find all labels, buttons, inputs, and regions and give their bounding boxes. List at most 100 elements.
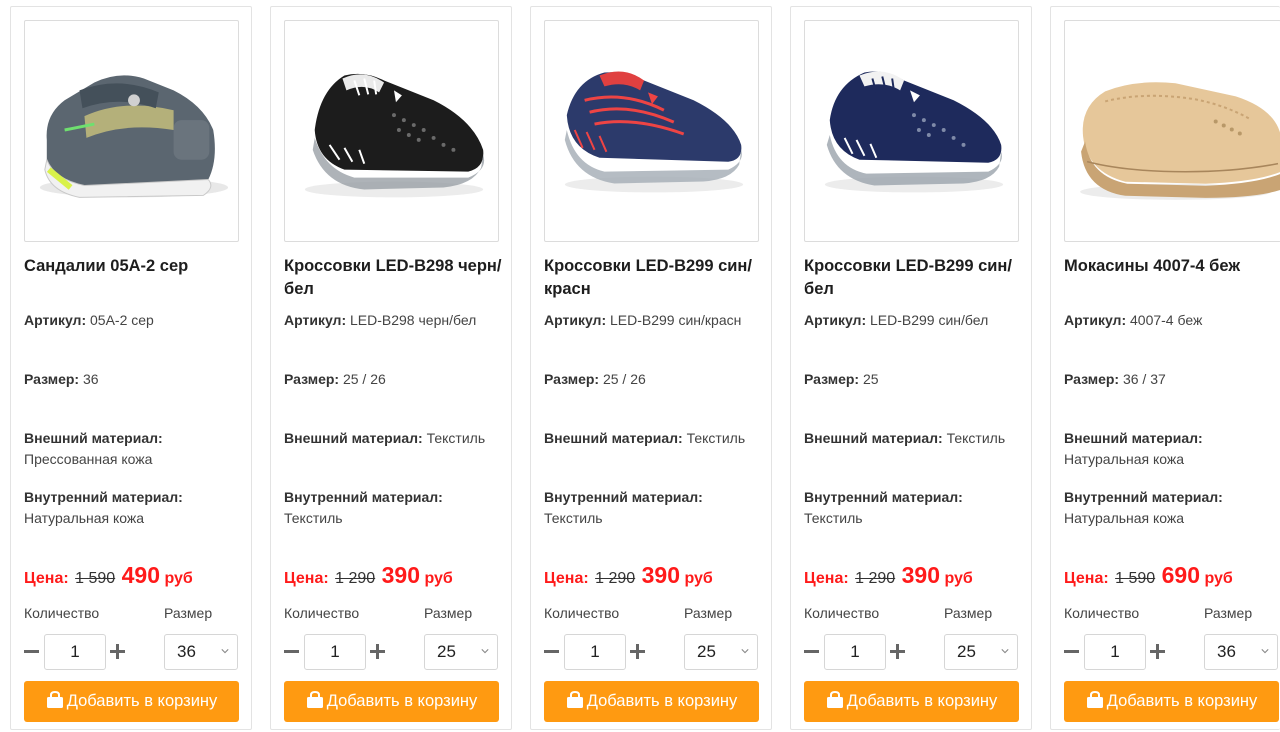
quantity-input[interactable] — [564, 634, 626, 670]
shopping-bag-icon — [566, 691, 583, 708]
plus-icon[interactable] — [629, 635, 647, 669]
chevron-down-icon — [481, 649, 489, 654]
article-label: Артикул: — [1064, 312, 1127, 328]
chevron-down-icon — [1261, 649, 1269, 654]
product-title[interactable]: Кроссовки LED-B298 черн/бел — [284, 255, 509, 301]
product-image[interactable] — [804, 20, 1019, 242]
product-title[interactable]: Мокасины 4007-4 беж — [1064, 255, 1280, 278]
sneaker-image — [304, 73, 485, 198]
article-value: LED-B299 син/красн — [610, 312, 742, 328]
size-label: Размер: — [804, 371, 860, 387]
new-price: 390 — [901, 562, 940, 588]
plus-icon[interactable] — [1149, 635, 1167, 669]
minus-icon[interactable] — [23, 635, 41, 669]
article-row: Артикул: 05A-2 сер — [24, 310, 254, 331]
outer-material-row: Внешний материал: Натуральная кожа — [1064, 428, 1280, 470]
sandal-image — [39, 75, 229, 198]
size-select-label: Размер — [424, 605, 473, 621]
outer-material-label: Внешний материал: — [804, 430, 943, 446]
size-label: Размер: — [544, 371, 600, 387]
size-value: 25 — [862, 371, 879, 387]
plus-icon[interactable] — [109, 635, 127, 669]
add-to-cart-button[interactable]: Добавить в корзину — [24, 681, 239, 722]
selected-size: 36 — [177, 642, 196, 661]
add-to-cart-button[interactable]: Добавить в корзину — [544, 681, 759, 722]
size-select-label: Размер — [684, 605, 733, 621]
old-price: 1 290 — [335, 570, 376, 587]
quantity-input[interactable] — [44, 634, 106, 670]
add-to-cart-button[interactable]: Добавить в корзину — [1064, 681, 1279, 722]
plus-icon[interactable] — [889, 635, 907, 669]
size-row: Размер: 25 / 26 — [544, 369, 774, 390]
chevron-down-icon — [741, 649, 749, 654]
outer-material-label: Внешний материал: — [544, 430, 683, 446]
new-price: 690 — [1161, 562, 1200, 588]
inner-material-label: Внутренний материал: — [1064, 489, 1223, 505]
size-select[interactable]: 25 — [944, 634, 1018, 670]
add-to-cart-button[interactable]: Добавить в корзину — [804, 681, 1019, 722]
minus-icon[interactable] — [283, 635, 301, 669]
chevron-down-icon — [1001, 649, 1009, 654]
size-row: Размер: 25 / 26 — [284, 369, 514, 390]
product-image[interactable] — [24, 20, 239, 242]
outer-material-label: Внешний материал: — [1064, 430, 1203, 446]
size-value: 36 — [82, 371, 99, 387]
article-value: LED-B299 син/бел — [870, 312, 989, 328]
outer-material-row: Внешний материал: Прессованная кожа — [24, 428, 254, 470]
price-label: Цена: — [544, 570, 589, 587]
size-select-label: Размер — [1204, 605, 1253, 621]
minus-icon[interactable] — [803, 635, 821, 669]
size-select[interactable]: 36 — [164, 634, 238, 670]
article-row: Артикул: LED-B298 черн/бел — [284, 310, 514, 331]
inner-material-value: Натуральная кожа — [24, 510, 145, 526]
product-title[interactable]: Сандалии 05A-2 сер — [24, 255, 249, 278]
outer-material-row: Внешний материал: Текстиль — [284, 428, 514, 449]
quantity-input[interactable] — [1084, 634, 1146, 670]
product-image[interactable] — [544, 20, 759, 242]
shopping-bag-icon — [46, 691, 63, 708]
product-image[interactable] — [284, 20, 499, 242]
size-value: 25 / 26 — [342, 371, 386, 387]
quantity-label: Количество — [1064, 605, 1140, 621]
quantity-input[interactable] — [304, 634, 366, 670]
shopping-bag-icon — [306, 691, 323, 708]
currency: руб — [684, 570, 713, 587]
inner-material-label: Внутренний материал: — [284, 489, 443, 505]
plus-icon[interactable] — [369, 635, 387, 669]
size-select[interactable]: 36 — [1204, 634, 1278, 670]
outer-material-row: Внешний материал: Текстиль — [804, 428, 1034, 449]
inner-material-label: Внутренний материал: — [544, 489, 703, 505]
price-label: Цена: — [804, 570, 849, 587]
article-label: Артикул: — [284, 312, 347, 328]
moccasin-image — [1080, 82, 1280, 200]
article-label: Артикул: — [804, 312, 867, 328]
product-card: Кроссовки LED-B299 син/бел Артикул: LED-… — [790, 6, 1032, 730]
new-price: 390 — [641, 562, 680, 588]
outer-material-label: Внешний материал: — [284, 430, 423, 446]
size-select[interactable]: 25 — [424, 634, 498, 670]
minus-icon[interactable] — [543, 635, 561, 669]
quantity-input[interactable] — [824, 634, 886, 670]
price-label: Цена: — [284, 570, 329, 587]
product-title[interactable]: Кроссовки LED-B299 син/красн — [544, 255, 769, 301]
add-to-cart-button[interactable]: Добавить в корзину — [284, 681, 499, 722]
size-row: Размер: 36 — [24, 369, 254, 390]
currency: руб — [944, 570, 973, 587]
product-card: Кроссовки LED-B299 син/красн Артикул: LE… — [530, 6, 772, 730]
product-card: Кроссовки LED-B298 черн/бел Артикул: LED… — [270, 6, 512, 730]
product-image[interactable] — [1064, 20, 1280, 242]
size-select[interactable]: 25 — [684, 634, 758, 670]
product-title[interactable]: Кроссовки LED-B299 син/бел — [804, 255, 1029, 301]
minus-icon[interactable] — [1063, 635, 1081, 669]
old-price: 1 290 — [855, 570, 896, 587]
article-label: Артикул: — [544, 312, 607, 328]
inner-material-row: Внутренний материал: Натуральная кожа — [24, 487, 254, 529]
outer-material-value: Текстиль — [426, 430, 486, 446]
inner-material-value: Натуральная кожа — [1064, 510, 1185, 526]
add-to-cart-label: Добавить в корзину — [1106, 692, 1258, 710]
inner-material-row: Внутренний материал: Натуральная кожа — [1064, 487, 1280, 529]
new-price: 490 — [121, 562, 160, 588]
inner-material-row: Внутренний материал: Текстиль — [284, 487, 514, 529]
quantity-label: Количество — [284, 605, 360, 621]
size-row: Размер: 36 / 37 — [1064, 369, 1280, 390]
